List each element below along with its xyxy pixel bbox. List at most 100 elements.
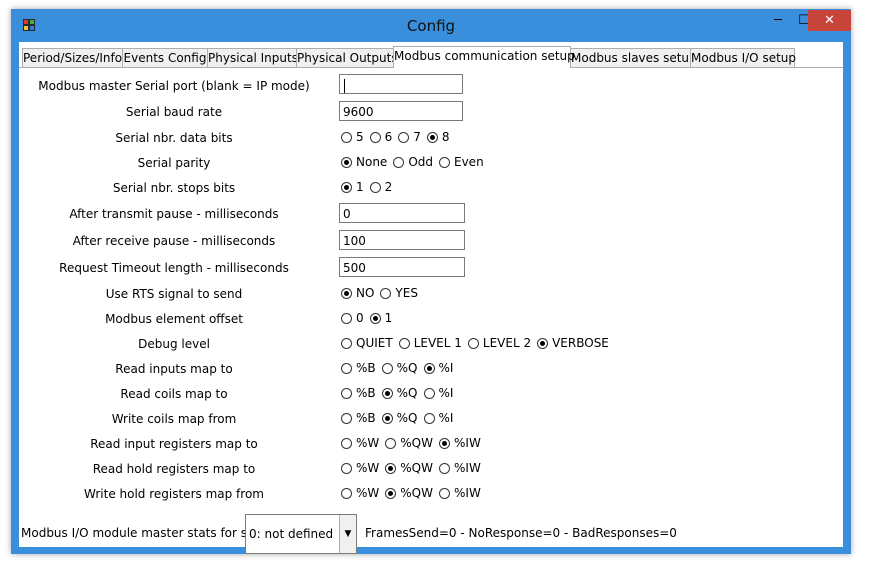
radio-label: %Q xyxy=(396,386,418,400)
after-transmit-input[interactable]: 0 xyxy=(339,203,465,223)
radio-unchecked-icon[interactable] xyxy=(341,438,352,449)
radio-option[interactable]: %I xyxy=(423,386,453,400)
radio-option[interactable]: %QW xyxy=(385,461,433,475)
radio-option[interactable]: %I xyxy=(423,361,453,375)
radio-option[interactable]: Odd xyxy=(393,155,433,169)
serial-port-input[interactable] xyxy=(339,74,463,94)
radio-option[interactable]: %W xyxy=(341,461,379,475)
baud-rate-input[interactable]: 9600 xyxy=(339,101,463,121)
radio-option[interactable]: %B xyxy=(341,361,376,375)
radio-option[interactable]: %Q xyxy=(381,361,418,375)
timeout-input[interactable]: 500 xyxy=(339,257,465,277)
radio-option[interactable]: 2 xyxy=(369,180,392,194)
radio-option[interactable]: %IW xyxy=(439,486,481,500)
radio-option[interactable]: YES xyxy=(380,286,418,300)
chevron-down-icon[interactable]: ▼ xyxy=(339,515,356,553)
radio-option[interactable]: None xyxy=(341,155,387,169)
radio-unchecked-icon[interactable] xyxy=(341,338,352,349)
radio-option[interactable]: 1 xyxy=(369,311,393,325)
radio-option[interactable]: QUIET xyxy=(341,336,393,350)
radio-label: %QW xyxy=(400,461,433,475)
radio-unchecked-icon[interactable] xyxy=(341,488,352,499)
radio-label: 7 xyxy=(413,130,421,144)
radio-unchecked-icon[interactable] xyxy=(341,388,352,399)
radio-unchecked-icon[interactable] xyxy=(398,338,410,349)
radio-unchecked-icon[interactable] xyxy=(369,132,381,143)
radio-option[interactable]: 1 xyxy=(341,180,364,194)
radio-unchecked-icon[interactable] xyxy=(381,363,393,374)
radio-label: %Q xyxy=(396,411,418,425)
tab-period-sizes-info[interactable]: Period/Sizes/Info xyxy=(22,48,123,68)
radio-checked-icon[interactable] xyxy=(381,413,393,424)
after-receive-input[interactable]: 100 xyxy=(339,230,465,250)
radio-option[interactable]: NO xyxy=(341,286,374,300)
radio-label: Even xyxy=(454,155,484,169)
radio-option[interactable]: LEVEL 2 xyxy=(467,336,531,350)
close-button[interactable]: ✕ xyxy=(808,10,851,31)
tab-modbus-slaves-setup[interactable]: Modbus slaves setup xyxy=(570,48,697,68)
data-bits-label: Serial nbr. data bits xyxy=(115,131,233,145)
radio-label: %IW xyxy=(454,436,481,450)
radio-unchecked-icon[interactable] xyxy=(341,313,352,324)
radio-option[interactable]: %B xyxy=(341,386,376,400)
radio-checked-icon[interactable] xyxy=(381,388,393,399)
radio-option[interactable]: 8 xyxy=(426,130,450,144)
radio-unchecked-icon[interactable] xyxy=(393,157,405,168)
radio-checked-icon[interactable] xyxy=(423,363,435,374)
radio-label: 1 xyxy=(384,311,393,325)
radio-option[interactable]: %QW xyxy=(385,436,433,450)
minimize-button[interactable]: ─ xyxy=(765,10,791,31)
stats-label: Modbus I/O module master stats for slave… xyxy=(21,526,277,540)
radio-checked-icon[interactable] xyxy=(341,182,352,193)
radio-label: 6 xyxy=(384,130,393,144)
radio-unchecked-icon[interactable] xyxy=(341,363,352,374)
radio-option[interactable]: %B xyxy=(341,411,376,425)
radio-option[interactable]: 6 xyxy=(369,130,393,144)
radio-option[interactable]: LEVEL 1 xyxy=(398,336,462,350)
radio-option[interactable]: 0 xyxy=(341,311,364,325)
radio-unchecked-icon[interactable] xyxy=(341,463,352,474)
radio-unchecked-icon[interactable] xyxy=(423,388,435,399)
radio-unchecked-icon[interactable] xyxy=(341,413,352,424)
slave-select[interactable]: 0: not defined ▼ xyxy=(245,514,357,554)
radio-checked-icon[interactable] xyxy=(385,488,397,499)
radio-unchecked-icon[interactable] xyxy=(423,413,435,424)
radio-checked-icon[interactable] xyxy=(369,313,381,324)
tab-physical-outputs[interactable]: Physical Outputs xyxy=(296,48,398,68)
title-bar[interactable]: Config ─ ☐ ✕ xyxy=(11,9,851,42)
radio-unchecked-icon[interactable] xyxy=(439,488,450,499)
tab-physical-inputs[interactable]: Physical Inputs xyxy=(207,48,298,68)
radio-option[interactable]: %Q xyxy=(381,386,418,400)
radio-checked-icon[interactable] xyxy=(537,338,549,349)
radio-option[interactable]: Even xyxy=(439,155,484,169)
tab-modbus-io-setup[interactable]: Modbus I/O setup xyxy=(690,48,796,68)
radio-unchecked-icon[interactable] xyxy=(369,182,381,193)
window-title: Config xyxy=(406,17,456,35)
rts-label: Use RTS signal to send xyxy=(105,287,243,301)
radio-unchecked-icon[interactable] xyxy=(385,438,397,449)
radio-option[interactable]: %I xyxy=(423,411,454,425)
radio-label: %I xyxy=(438,411,454,425)
radio-option[interactable]: %IW xyxy=(439,461,481,475)
radio-unchecked-icon[interactable] xyxy=(380,288,392,299)
radio-unchecked-icon[interactable] xyxy=(439,463,450,474)
tab-events-config[interactable]: Events Config xyxy=(122,48,208,68)
radio-checked-icon[interactable] xyxy=(341,157,352,168)
radio-checked-icon[interactable] xyxy=(385,463,397,474)
radio-unchecked-icon[interactable] xyxy=(398,132,410,143)
radio-option[interactable]: %IW xyxy=(439,436,481,450)
radio-unchecked-icon[interactable] xyxy=(439,157,450,168)
radio-unchecked-icon[interactable] xyxy=(467,338,479,349)
tab-modbus-communication-setup[interactable]: Modbus communication setup xyxy=(393,46,575,68)
radio-checked-icon[interactable] xyxy=(439,438,450,449)
radio-checked-icon[interactable] xyxy=(426,132,438,143)
radio-option[interactable]: %Q xyxy=(381,411,418,425)
radio-option[interactable]: 5 xyxy=(341,130,364,144)
radio-option[interactable]: %W xyxy=(341,486,379,500)
radio-option[interactable]: %W xyxy=(341,436,379,450)
radio-checked-icon[interactable] xyxy=(341,288,352,299)
radio-unchecked-icon[interactable] xyxy=(341,132,352,143)
radio-option[interactable]: %QW xyxy=(385,486,433,500)
radio-option[interactable]: 7 xyxy=(398,130,421,144)
radio-option[interactable]: VERBOSE xyxy=(537,336,609,350)
